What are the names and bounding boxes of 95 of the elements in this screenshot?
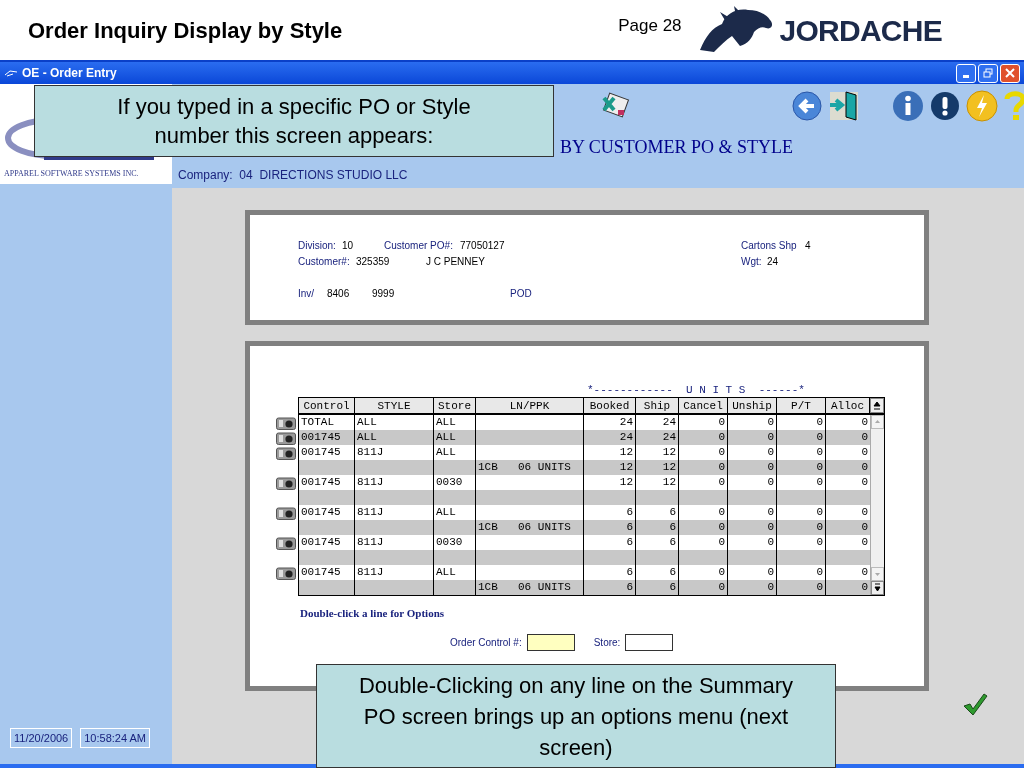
camera-icon[interactable] <box>276 447 296 460</box>
weight-value: 24 <box>767 254 779 269</box>
table-row[interactable]: TOTAL ALL ALL 24 24 0 0 0 0 <box>299 415 870 430</box>
table-cell-text: 1CB <box>478 520 499 535</box>
cartons-value: 4 <box>805 238 811 253</box>
order-control-field[interactable] <box>526 634 575 651</box>
restore-icon <box>983 68 993 78</box>
table-cell: 0 <box>777 580 826 595</box>
table-row[interactable]: 001745 811J 0030 12 12 0 0 0 0 <box>299 475 870 490</box>
table-row[interactable]: 001745 811J ALL 6 6 0 0 0 0 <box>299 565 870 580</box>
order-control-label: Order Control #: <box>450 636 522 650</box>
status-text: POD <box>510 286 532 301</box>
column-header[interactable]: Ship <box>636 398 679 413</box>
callout: If you typed in a specific PO or Style number this screen appears: <box>34 85 554 157</box>
date-display: 11/20/2006 <box>10 728 73 748</box>
division-label: Division: <box>298 238 337 253</box>
customer-name: J C PENNEY <box>426 254 486 269</box>
page-number: Page 28 <box>618 15 682 38</box>
alert-icon[interactable] <box>930 91 960 121</box>
company-name: Company: 04 DIRECTIONS STUDIO LLC <box>178 168 408 182</box>
exit-door-icon[interactable] <box>828 90 860 122</box>
minimize-icon <box>963 74 969 78</box>
info-icon[interactable] <box>892 90 924 122</box>
division-value: 10 <box>342 238 355 253</box>
table-cell: 06 UNITS <box>518 580 571 595</box>
units-label: *------------ U N I T S ------* <box>586 384 805 397</box>
column-header[interactable]: Unship <box>728 398 777 413</box>
customer-value: 325359 <box>356 254 391 269</box>
store-field[interactable] <box>625 634 674 651</box>
invoice-value: 9999 <box>372 286 396 301</box>
restore-button[interactable] <box>978 63 998 83</box>
customer-label: Customer#: <box>298 254 351 269</box>
cartons-label: Cartons Shp <box>741 238 798 253</box>
table-cell: 6 <box>584 580 636 595</box>
table-cell-text: 0 <box>860 535 869 550</box>
minimize-button[interactable] <box>956 63 976 83</box>
table-cell-text: 0 <box>860 565 869 580</box>
column-header[interactable]: STYLE <box>355 398 434 413</box>
slide-title: Order Inquiry Display by Style <box>28 16 343 45</box>
column-header[interactable]: Store <box>434 398 476 413</box>
column-header[interactable]: P/T <box>777 398 826 413</box>
table-cell-text: 0 <box>860 475 869 490</box>
table-cell-text: 0 <box>860 445 869 460</box>
invoice-value: 8406 <box>327 286 351 301</box>
lightning-icon[interactable] <box>966 90 998 122</box>
table-cell-text: 1CB <box>478 460 499 475</box>
camera-icon[interactable] <box>276 477 296 490</box>
table-row[interactable]: 001745 811J ALL 6 6 0 0 0 0 <box>299 505 870 520</box>
time-display: 10:58:24 AM <box>80 728 151 748</box>
table-cell: 0 <box>679 580 728 595</box>
column-header[interactable]: Control <box>299 398 355 413</box>
table-cell: 06 UNITS <box>518 520 571 535</box>
customer-po-label: Customer PO#: <box>384 238 454 253</box>
camera-icon[interactable] <box>276 417 296 430</box>
scroll-bottom-icon[interactable] <box>871 581 884 595</box>
brand-logo: JORDACHE <box>779 12 942 49</box>
scroll-top-icon[interactable] <box>870 398 884 413</box>
table-cell-text: 0 <box>860 460 869 475</box>
camera-icon[interactable] <box>276 432 296 445</box>
column-header[interactable]: Booked <box>584 398 636 413</box>
table-row[interactable]: 001745 811J ALL 12 12 0 0 0 0 <box>299 445 870 460</box>
app-icon <box>4 69 18 77</box>
weight-label: Wgt: <box>741 254 763 269</box>
table-cell: 6 <box>636 580 679 595</box>
customer-po-value: 77050127 <box>460 238 506 253</box>
column-header[interactable]: LN/PPK <box>476 398 584 413</box>
column-header[interactable]: Cancel <box>679 398 728 413</box>
table-cell: 0 <box>728 580 777 595</box>
options-hint: Double-click a line for Options <box>300 607 445 619</box>
table-cell-text: 0 <box>860 415 869 430</box>
camera-icon[interactable] <box>276 507 296 520</box>
table-row[interactable]: 1CB 06 UNITS 6 6 0 0 0 0 <box>299 580 870 595</box>
window-title: OE - Order Entry <box>22 65 117 82</box>
checkmark-icon[interactable] <box>962 692 988 716</box>
camera-icon[interactable] <box>276 567 296 580</box>
camera-icon[interactable] <box>276 537 296 550</box>
table-cell-text: 0 <box>860 580 869 595</box>
table-cell-text: 0 <box>860 520 869 535</box>
table-cell: 06 UNITS <box>518 460 571 475</box>
screen-title: BY CUSTOMER PO & STYLE <box>560 136 794 158</box>
table-row[interactable]: 1CB 06 UNITS 12 12 0 0 0 0 <box>299 460 870 475</box>
table-cell-text: 0 <box>860 430 869 445</box>
close-button[interactable] <box>1000 63 1020 83</box>
table-row[interactable]: 001745 811J 0030 6 6 0 0 0 0 <box>299 535 870 550</box>
table-cell-text: 1CB <box>478 580 499 595</box>
scrollbar[interactable] <box>870 415 884 595</box>
column-header[interactable]: Alloc <box>826 398 870 413</box>
callout: Double-Clicking on any line on the Summary PO screen brings up an options menu (next screen) <box>316 664 836 768</box>
invoice-label: Inv/ <box>298 286 316 301</box>
store-label: Store: <box>593 636 621 650</box>
table-cell-text: 0 <box>860 505 869 520</box>
close-icon <box>1005 68 1015 78</box>
logo-tagline: APPAREL SOFTWARE SYSTEMS INC. <box>4 168 140 180</box>
table-row[interactable]: 001745 ALL ALL 24 24 0 0 0 0 <box>299 430 870 445</box>
table-row[interactable]: 1CB 06 UNITS 6 6 0 0 0 0 <box>299 520 870 535</box>
